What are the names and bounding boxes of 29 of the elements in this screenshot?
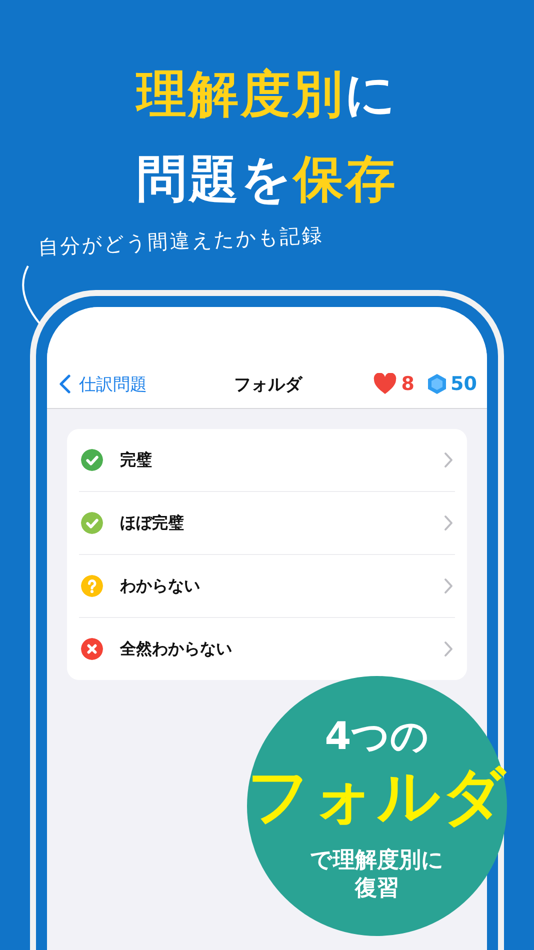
screen-title: フォルダ — [232, 374, 304, 396]
chevron-icon — [444, 641, 453, 657]
gems-count: 50 — [450, 373, 477, 395]
folder-label: 完璧 — [120, 450, 153, 470]
back-button[interactable]: 仕訳問題 — [59, 372, 198, 396]
folder-item[interactable]: 完璧 — [79, 429, 455, 492]
headline-text: 問題を — [136, 149, 294, 210]
folder-label: わからない — [120, 576, 201, 596]
leader-line — [22, 266, 41, 325]
folder-item[interactable]: 全然わからない — [79, 618, 455, 680]
chevron-icon — [444, 452, 453, 468]
caption-text: 自分がどう間違えたかも記録 — [37, 222, 324, 261]
hearts-count: 8 — [401, 373, 415, 395]
headline-text: 保存 — [294, 149, 398, 210]
folder-item[interactable]: わからない — [79, 555, 455, 618]
badge-text: で理解度別に — [310, 847, 444, 875]
folder-item[interactable]: ほぼ完璧 — [79, 492, 455, 555]
heart-icon — [373, 373, 398, 395]
back-icon — [59, 374, 71, 394]
chevron-icon — [444, 515, 453, 531]
badge-title: フォルダ — [247, 759, 507, 833]
headline-text: に — [344, 64, 398, 125]
folder-label: ほぼ完璧 — [120, 512, 185, 534]
gem-icon — [426, 373, 447, 395]
badge-text: 4つの — [324, 713, 430, 759]
badge-text: 復習 — [355, 875, 399, 903]
headline-text: 理解度別 — [136, 64, 344, 125]
folder-label: 全然わからない — [120, 638, 233, 660]
chevron-icon — [444, 578, 453, 594]
